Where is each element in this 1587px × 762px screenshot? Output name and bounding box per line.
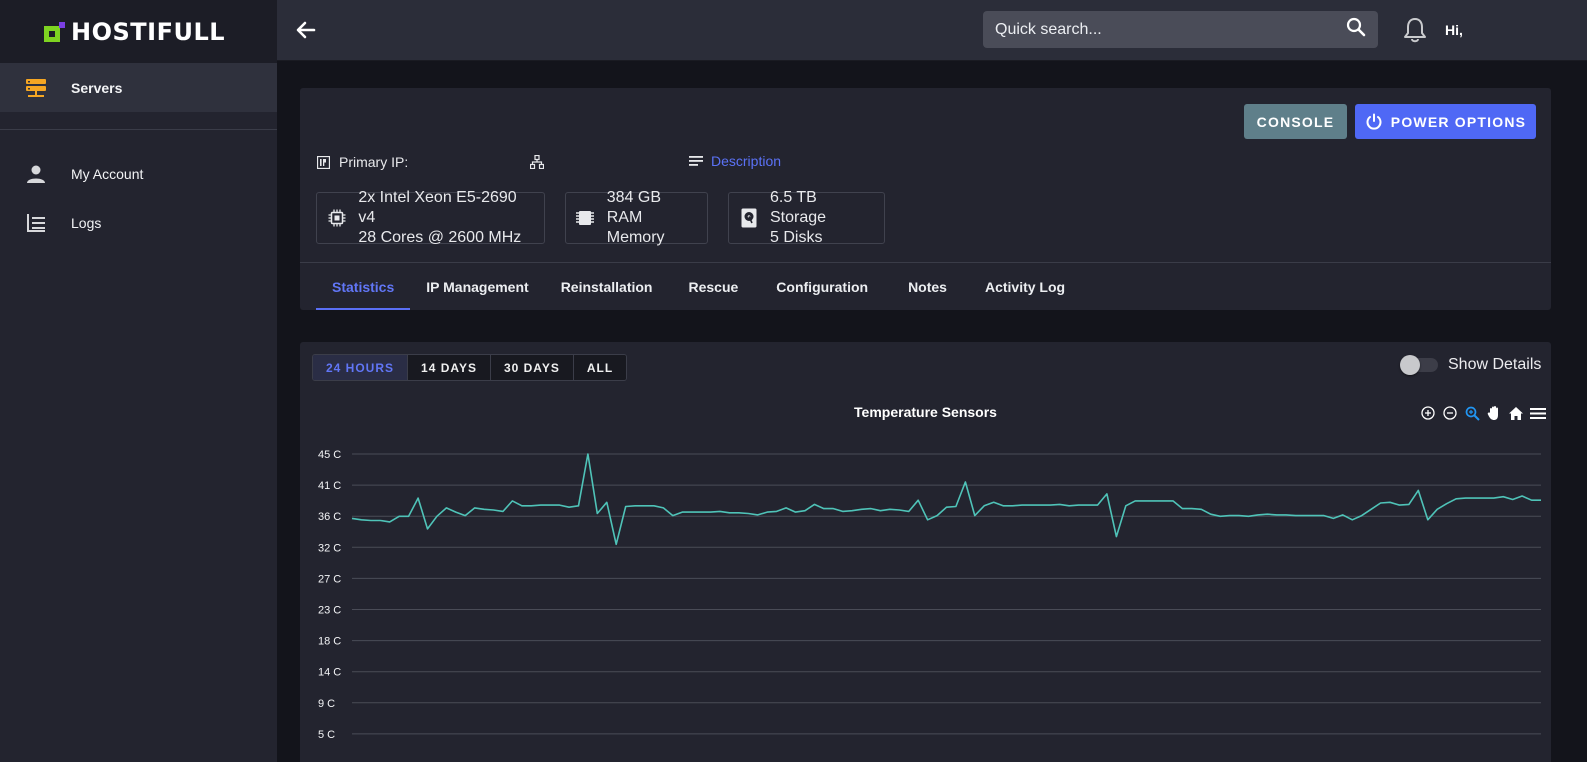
show-details-label: Show Details — [1448, 356, 1542, 373]
range-14-days-button[interactable]: 14 Days — [408, 355, 491, 380]
y-tick-label: 14 C — [318, 667, 341, 679]
description-icon — [689, 156, 703, 166]
y-tick-label: 5 C — [318, 729, 335, 741]
range-30-days-button[interactable]: 30 Days — [490, 355, 574, 380]
chart-title: Temperature Sensors — [854, 404, 997, 420]
reset-zoom-home-icon[interactable] — [1506, 404, 1526, 422]
storage-spec: 6.5 TB Storage 5 Disks — [728, 189, 885, 246]
logs-icon — [25, 212, 47, 234]
bell-icon[interactable] — [1402, 16, 1428, 44]
sidebar-item-label: My Account — [71, 165, 144, 182]
storage-size: 6.5 TB Storage — [770, 189, 827, 226]
temperature-chart: 45 C 41 C 36 C 32 C 27 C 23 C 18 C 14 C 9 C 5 C — [318, 449, 1541, 741]
y-tick-label: 45 C — [318, 449, 341, 461]
y-tick-label: 41 C — [318, 480, 341, 492]
brand-name: HOSTIFULL — [71, 17, 226, 46]
zoom-in-icon[interactable] — [1418, 404, 1438, 422]
y-tick-label: 36 C — [318, 511, 341, 523]
tab-activity-log[interactable]: Activity Log — [969, 263, 1081, 310]
memory-spec: 384 GB RAM Memory — [565, 189, 708, 246]
description-label: Description — [711, 153, 782, 169]
ip-icon — [317, 155, 330, 169]
search-icon[interactable] — [1346, 17, 1366, 42]
memory-label: Memory — [606, 229, 665, 246]
search-input[interactable] — [995, 20, 1346, 39]
power-options-label: Power Options — [1390, 113, 1527, 130]
range-24-hours-button[interactable]: 24 Hours — [313, 355, 409, 380]
zoom-out-icon[interactable] — [1440, 404, 1460, 422]
cpu-model: 2x Intel Xeon E5-2690 v4 — [358, 189, 517, 226]
topbar: Hi, — [277, 0, 1587, 61]
chart-menu-icon[interactable] — [1528, 404, 1548, 422]
sidebar-item-logs[interactable]: Logs — [0, 198, 277, 247]
y-tick-label: 18 C — [318, 636, 341, 648]
user-greeting: Hi, — [1445, 22, 1463, 38]
power-icon — [1366, 113, 1382, 130]
y-tick-label: 23 C — [318, 605, 341, 617]
tab-ip-management[interactable]: IP Management — [410, 263, 544, 310]
y-tick-label: 27 C — [318, 573, 341, 585]
toggle-knob[interactable] — [1400, 355, 1420, 375]
temperature-series-line — [351, 453, 1541, 546]
memory-icon — [576, 210, 595, 226]
sidebar-item-my-account[interactable]: My Account — [0, 149, 277, 198]
network-icon — [529, 154, 545, 174]
pan-hand-icon[interactable] — [1484, 404, 1504, 422]
memory-size: 384 GB RAM — [606, 189, 661, 226]
user-icon — [25, 163, 47, 185]
console-button[interactable]: Console — [1244, 104, 1347, 139]
y-tick-label: 32 C — [318, 542, 341, 554]
chart-toolbar — [1418, 404, 1548, 422]
storage-disks: 5 Disks — [770, 229, 823, 246]
sidebar-item-label: Servers — [71, 79, 123, 96]
tab-rescue[interactable]: Rescue — [668, 263, 758, 310]
power-options-button[interactable]: Power Options — [1355, 104, 1536, 139]
description-link[interactable]: Description — [689, 153, 781, 169]
server-icon — [25, 77, 47, 99]
show-details-toggle[interactable]: Show Details — [1400, 355, 1542, 375]
selection-zoom-icon[interactable] — [1462, 404, 1482, 422]
cpu-cores: 28 Cores @ 2600 MHz — [358, 229, 522, 246]
time-range-selector: 24 Hours 14 Days 30 Days All — [312, 354, 628, 381]
server-info-card: Console Power Options Primary IP: Descri — [300, 88, 1551, 310]
server-tabs: Statistics IP Management Reinstallation … — [316, 263, 1081, 310]
tab-notes[interactable]: Notes — [886, 263, 969, 310]
logo[interactable]: HOSTIFULL — [0, 0, 277, 63]
tab-reinstallation[interactable]: Reinstallation — [545, 263, 669, 310]
cpu-spec: 2x Intel Xeon E5-2690 v4 28 Cores @ 2600… — [316, 189, 545, 246]
sidebar: HOSTIFULL Servers My Account Logs — [0, 0, 277, 762]
back-arrow-icon[interactable] — [293, 17, 319, 43]
range-all-button[interactable]: All — [573, 355, 627, 380]
logo-mark-icon — [44, 21, 65, 42]
tab-configuration[interactable]: Configuration — [758, 263, 886, 310]
primary-ip-label: Primary IP: — [339, 154, 409, 170]
toggle-track[interactable] — [1400, 355, 1438, 375]
cpu-icon — [327, 209, 346, 227]
sidebar-item-servers[interactable]: Servers — [0, 63, 277, 112]
primary-ip: Primary IP: — [317, 153, 408, 171]
storage-icon — [739, 208, 758, 228]
quick-search — [983, 11, 1378, 48]
statistics-card: 24 Hours 14 Days 30 Days All Show Detail… — [300, 342, 1551, 762]
tab-statistics[interactable]: Statistics — [316, 263, 411, 310]
y-tick-label: 9 C — [318, 698, 335, 710]
sidebar-divider — [0, 129, 277, 130]
sidebar-item-label: Logs — [71, 214, 102, 231]
